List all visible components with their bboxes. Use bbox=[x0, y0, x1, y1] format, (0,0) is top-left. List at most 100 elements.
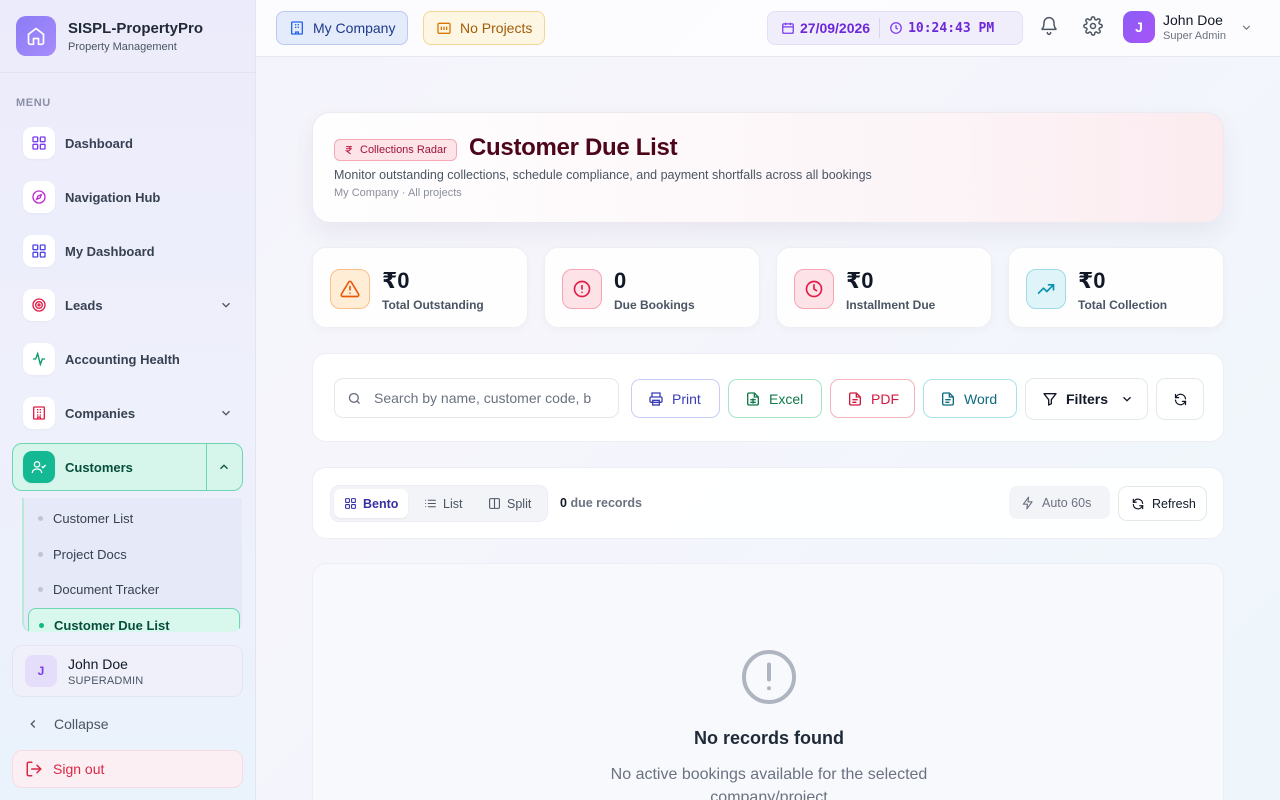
sidebar-item-dashboard[interactable]: Dashboard bbox=[12, 119, 243, 167]
word-export-button[interactable]: Word bbox=[923, 379, 1017, 418]
list-icon bbox=[424, 497, 437, 510]
collapse-button[interactable]: Collapse bbox=[26, 716, 108, 732]
view-label: Bento bbox=[363, 496, 399, 511]
view-bar: Bento List Split 0 due records Auto 60s … bbox=[312, 467, 1224, 539]
brand-name: SISPL-PropertyPro bbox=[68, 19, 204, 37]
clock-icon bbox=[794, 269, 834, 309]
avatar: J bbox=[1123, 11, 1155, 43]
divider bbox=[0, 72, 255, 73]
view-label: Split bbox=[507, 496, 532, 511]
sidebar-item-label: Customers bbox=[65, 459, 133, 475]
stat-value: ₹0 bbox=[1078, 268, 1106, 293]
submenu-item-project-docs[interactable]: Project Docs bbox=[38, 547, 127, 562]
grid-icon bbox=[344, 497, 357, 510]
bullet-dot bbox=[38, 587, 43, 592]
zap-icon bbox=[1021, 496, 1035, 510]
stat-label: Total Collection bbox=[1078, 298, 1168, 312]
gear-icon[interactable] bbox=[1083, 16, 1103, 36]
sidebar-user-card[interactable]: J John Doe SUPERADMIN bbox=[12, 645, 243, 697]
alert-circle-icon bbox=[739, 647, 799, 707]
sign-out-label: Sign out bbox=[53, 761, 105, 777]
building-icon bbox=[23, 397, 55, 429]
submenu-item-customer-list[interactable]: Customer List bbox=[38, 511, 133, 526]
chevron-down-icon bbox=[1120, 392, 1134, 406]
submenu-item-label: Customer Due List bbox=[54, 617, 170, 633]
stat-value: ₹0 bbox=[382, 268, 410, 293]
sidebar-item-accounting-health[interactable]: Accounting Health bbox=[12, 335, 243, 383]
file-text-icon bbox=[940, 391, 956, 407]
chevron-left-icon bbox=[26, 717, 40, 731]
rupee-icon bbox=[344, 145, 354, 155]
sign-out-button[interactable]: Sign out bbox=[12, 750, 243, 788]
menu-label: MENU bbox=[16, 97, 51, 109]
reload-button[interactable] bbox=[1156, 378, 1204, 420]
user-name: John Doe bbox=[68, 655, 128, 672]
refresh-icon bbox=[1131, 497, 1145, 511]
sidebar-item-label: My Dashboard bbox=[65, 243, 155, 259]
activity-icon bbox=[23, 343, 55, 375]
auto-refresh-toggle[interactable]: Auto 60s bbox=[1009, 486, 1110, 519]
record-count-suffix: due records bbox=[570, 496, 642, 510]
chevron-down-icon bbox=[219, 406, 233, 420]
stat-label: Installment Due bbox=[846, 298, 936, 312]
submenu-item-label: Project Docs bbox=[53, 547, 127, 562]
refresh-label: Refresh bbox=[1152, 496, 1196, 511]
project-selector[interactable]: No Projects bbox=[423, 11, 546, 45]
bullet-dot bbox=[39, 622, 44, 628]
sidebar-item-companies[interactable]: Companies bbox=[12, 389, 243, 437]
view-label: List bbox=[443, 496, 463, 511]
divider bbox=[879, 18, 881, 38]
sidebar-item-label: Navigation Hub bbox=[65, 189, 161, 205]
sidebar-item-leads[interactable]: Leads bbox=[12, 281, 243, 329]
bullet-dot bbox=[38, 516, 43, 521]
sidebar-item-navigation-hub[interactable]: Navigation Hub bbox=[12, 173, 243, 221]
search-icon bbox=[347, 391, 362, 406]
sidebar-item-label: Accounting Health bbox=[65, 351, 180, 367]
home-icon bbox=[16, 16, 56, 56]
badge-label: Collections Radar bbox=[360, 144, 447, 156]
bell-icon[interactable] bbox=[1039, 16, 1059, 36]
view-split-button[interactable]: Split bbox=[478, 489, 541, 518]
chevron-down-icon bbox=[219, 298, 233, 312]
view-list-button[interactable]: List bbox=[414, 489, 472, 518]
stat-value: ₹0 bbox=[846, 268, 874, 293]
chevron-up-icon[interactable] bbox=[217, 460, 231, 474]
spreadsheet-icon bbox=[745, 391, 761, 407]
search-input[interactable] bbox=[374, 390, 606, 406]
stat-value: 0 bbox=[614, 268, 627, 293]
columns-icon bbox=[488, 497, 501, 510]
calendar-icon bbox=[781, 21, 795, 35]
current-date: 27/09/2026 bbox=[800, 20, 871, 36]
alert-circle-icon bbox=[562, 269, 602, 309]
target-icon bbox=[23, 289, 55, 321]
projects-label: No Projects bbox=[460, 20, 533, 36]
excel-export-button[interactable]: Excel bbox=[728, 379, 822, 418]
brand-subtitle: Property Management bbox=[68, 40, 177, 53]
sidebar-item-my-dashboard[interactable]: My Dashboard bbox=[12, 227, 243, 275]
stat-card-total-collection: ₹0 Total Collection bbox=[1008, 247, 1224, 328]
search-box[interactable] bbox=[334, 378, 619, 418]
view-switcher: Bento List Split bbox=[330, 485, 548, 522]
user-menu[interactable]: J John Doe Super Admin bbox=[1123, 11, 1253, 43]
auto-refresh-label: Auto 60s bbox=[1042, 495, 1092, 510]
user-role: SUPERADMIN bbox=[68, 674, 144, 687]
empty-title: No records found bbox=[693, 728, 844, 748]
view-bento-button[interactable]: Bento bbox=[334, 489, 409, 518]
printer-icon bbox=[648, 391, 664, 407]
submenu-item-document-tracker[interactable]: Document Tracker bbox=[38, 582, 159, 597]
sidebar-item-customers[interactable]: Customers bbox=[12, 443, 243, 491]
filters-button[interactable]: Filters bbox=[1025, 378, 1148, 420]
record-count-value: 0 bbox=[560, 496, 567, 510]
stat-card-total-outstanding: ₹0 Total Outstanding bbox=[312, 247, 528, 328]
submenu-item-customer-due-list[interactable]: Customer Due List bbox=[28, 608, 240, 632]
pdf-export-button[interactable]: PDF bbox=[830, 379, 915, 418]
stat-label: Total Outstanding bbox=[382, 298, 484, 312]
user-name: John Doe bbox=[1163, 12, 1223, 28]
company-selector[interactable]: My Company bbox=[276, 11, 409, 45]
current-time: 10:24:43 PM bbox=[908, 20, 995, 36]
print-button[interactable]: Print bbox=[631, 379, 720, 418]
pdf-label: PDF bbox=[871, 390, 899, 407]
refresh-button[interactable]: Refresh bbox=[1118, 486, 1207, 521]
brand[interactable]: SISPL-PropertyPro Property Management bbox=[16, 16, 203, 56]
grid-icon bbox=[23, 127, 55, 159]
